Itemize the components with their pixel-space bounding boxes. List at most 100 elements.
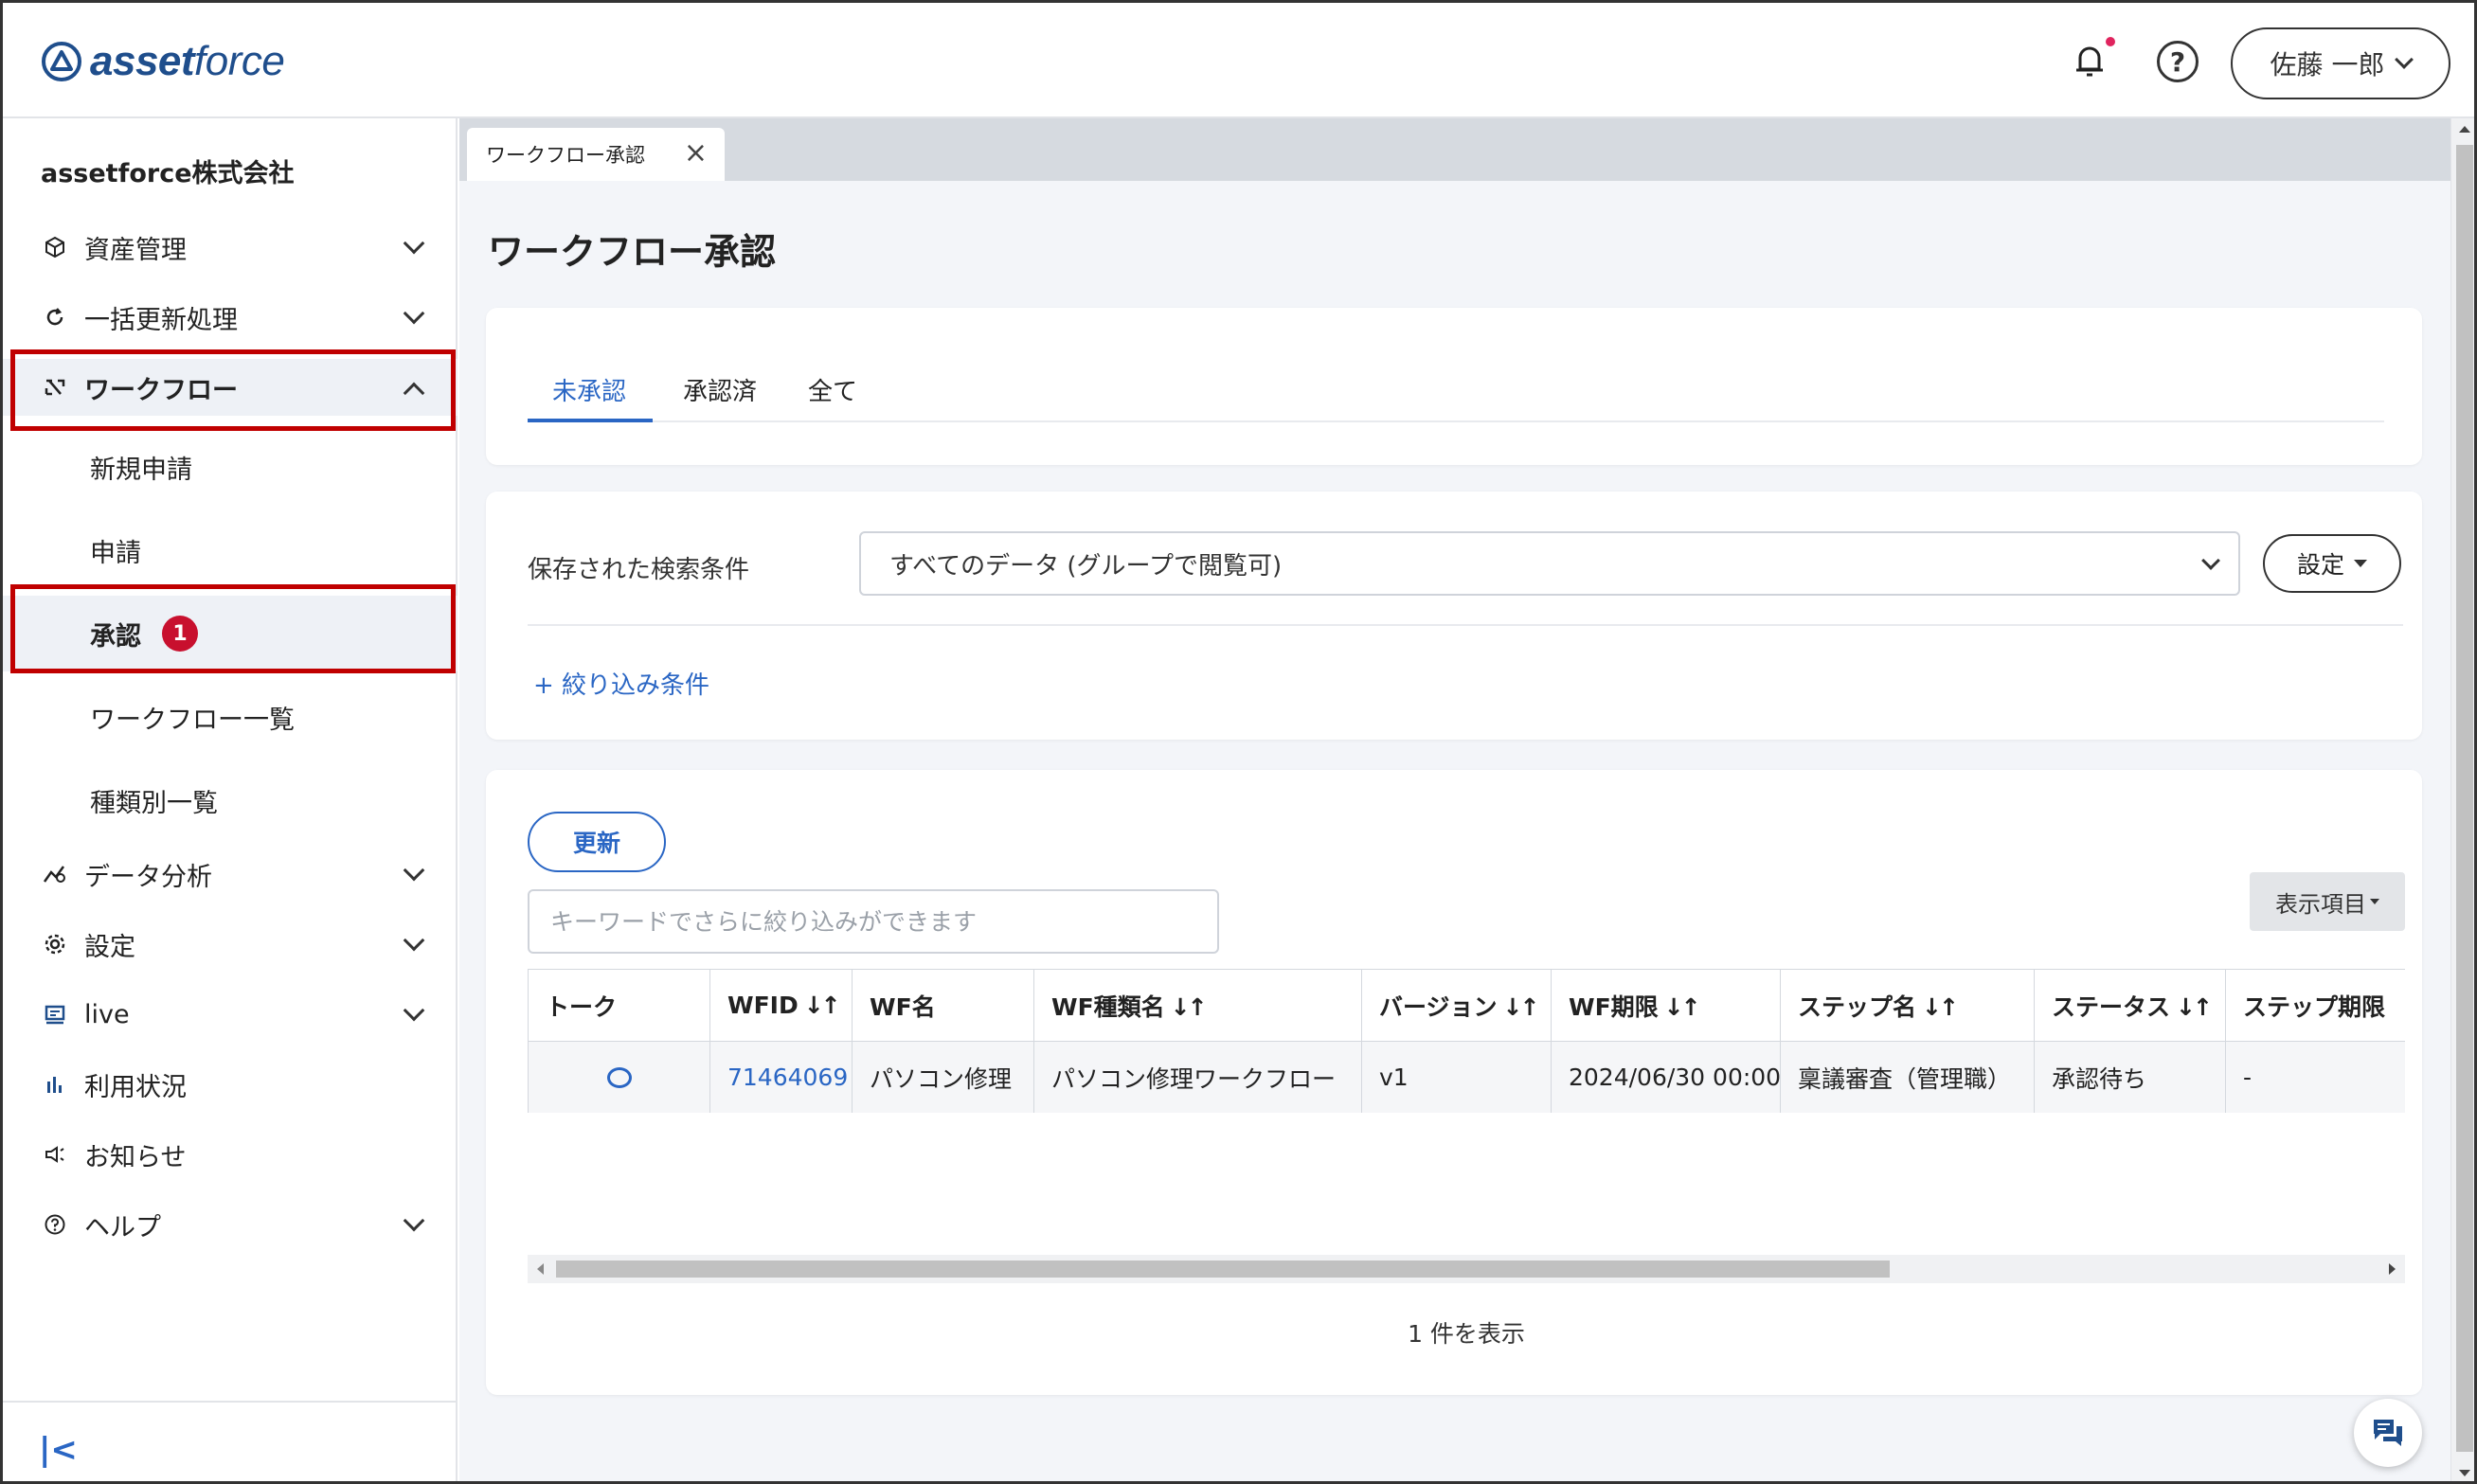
collapse-sidebar-icon[interactable]: |< xyxy=(39,1431,78,1469)
chevron-down-icon xyxy=(403,1209,425,1232)
refresh-icon xyxy=(43,305,67,330)
bell-icon[interactable] xyxy=(2068,39,2111,82)
results-table: トーク WFID ↓↑ WF名 WF種類名 ↓↑ バージョン ↓↑ WF期限 ↓↑ ステ… xyxy=(528,969,2405,1113)
chevron-down-icon xyxy=(403,302,425,325)
result-count: 1 件を表示 xyxy=(1408,1320,1525,1348)
settings-dropdown-button[interactable]: 設定 xyxy=(2263,534,2401,593)
user-menu-button[interactable]: 佐藤 一郎 xyxy=(2231,27,2450,99)
sort-icon[interactable]: ↓↑ xyxy=(804,992,841,1019)
logo-mark-icon xyxy=(42,42,81,81)
sort-icon[interactable]: ↓↑ xyxy=(2176,993,2213,1021)
sidebar-collapse-bar: |< xyxy=(3,1401,458,1481)
tab-approved[interactable]: 承認済 xyxy=(683,372,757,407)
active-tab-indicator xyxy=(528,419,653,422)
sidebar-item-data-analysis[interactable]: データ分析 xyxy=(3,846,458,903)
cube-icon xyxy=(43,235,67,259)
assetforce-logo[interactable]: assetforce xyxy=(41,35,285,88)
col-header-status[interactable]: ステータス ↓↑ xyxy=(2034,969,2226,1042)
cell-status: 承認待ち xyxy=(2034,1041,2226,1113)
sidebar-subitem-workflow-list[interactable]: ワークフロー一覧 xyxy=(3,679,458,755)
cell-version: v1 xyxy=(1361,1041,1552,1113)
scroll-down-icon[interactable] xyxy=(2459,1470,2470,1476)
highlight-approval xyxy=(10,584,456,673)
analytics-icon xyxy=(43,862,67,886)
megaphone-icon xyxy=(43,1142,67,1167)
sidebar-subitem-new-request[interactable]: 新規申請 xyxy=(3,429,458,505)
wfid-link[interactable]: 71464069 xyxy=(709,1041,853,1113)
col-header-wf-type[interactable]: WF種類名 ↓↑ xyxy=(1033,969,1362,1042)
scrollbar-thumb[interactable] xyxy=(2456,145,2473,1452)
sidebar-item-settings[interactable]: 設定 xyxy=(3,916,458,973)
col-header-wf-name: WF名 xyxy=(852,969,1034,1042)
sidebar-item-usage[interactable]: 利用状況 xyxy=(3,1056,458,1113)
status-tabs-card: 未承認 承認済 全て xyxy=(486,308,2422,465)
search-conditions-card: 保存された検索条件 すべてのデータ (グループで閲覧可) 設定 + 絞り込み条件 xyxy=(486,492,2422,740)
help-circle-icon xyxy=(43,1212,67,1237)
col-header-step-deadline: ステップ期限 xyxy=(2225,969,2405,1042)
results-card: 更新 表示項目 トーク WFID↓↑ WF名 WF種類名↓↑ xyxy=(486,770,2422,1395)
table-horizontal-scrollbar[interactable] xyxy=(528,1255,2405,1283)
tab-all[interactable]: 全て xyxy=(808,372,857,407)
app-window: assetforce ? 佐藤 一郎 assetforce株式会社 資産管理 一… xyxy=(0,0,2477,1484)
table-header-row: トーク WFID ↓↑ WF名 WF種類名 ↓↑ バージョン ↓↑ WF期限 ↓↑ ステ… xyxy=(528,969,2405,1042)
cell-wf-type: パソコン修理ワークフロー xyxy=(1033,1041,1362,1113)
col-header-talk: トーク xyxy=(528,969,710,1042)
keyword-search-input[interactable] xyxy=(528,889,1219,954)
cell-wf-deadline: 2024/06/30 00:00 xyxy=(1551,1041,1781,1113)
window-tab-strip: ワークフロー承認 × xyxy=(459,118,2450,181)
results-table-viewport: トーク WFID ↓↑ WF名 WF種類名 ↓↑ バージョン ↓↑ WF期限 ↓↑ ステ… xyxy=(528,969,2405,1113)
col-header-version[interactable]: バージョン ↓↑ xyxy=(1361,969,1552,1042)
saved-search-select[interactable]: すべてのデータ (グループで閲覧可) xyxy=(859,531,2240,596)
sort-icon[interactable]: ↓↑ xyxy=(1503,993,1540,1021)
add-filter-link[interactable]: + 絞り込み条件 xyxy=(533,666,709,701)
sort-icon[interactable]: ↓↑ xyxy=(1664,993,1701,1021)
page-vertical-scrollbar[interactable] xyxy=(2450,118,2474,1481)
notification-dot xyxy=(2106,37,2115,46)
highlight-workflow xyxy=(10,349,456,431)
chevron-down-icon xyxy=(403,859,425,882)
chevron-down-icon xyxy=(403,929,425,952)
talk-cell[interactable] xyxy=(528,1041,710,1113)
caret-down-icon xyxy=(2370,899,2379,904)
sidebar-item-help[interactable]: ヘルプ xyxy=(3,1196,458,1253)
chevron-down-icon xyxy=(2201,551,2220,570)
sidebar-item-asset-management[interactable]: 資産管理 xyxy=(3,219,458,276)
chevron-down-icon xyxy=(403,232,425,255)
tab-divider xyxy=(528,420,2384,422)
window-tab-workflow-approval[interactable]: ワークフロー承認 × xyxy=(467,128,725,181)
page-title: ワークフロー承認 xyxy=(488,231,777,273)
sidebar-subitem-type-list[interactable]: 種類別一覧 xyxy=(3,762,458,838)
chat-button[interactable] xyxy=(2354,1399,2422,1467)
live-icon xyxy=(43,1002,67,1027)
help-icon[interactable]: ? xyxy=(2157,41,2199,82)
tab-unapproved[interactable]: 未承認 xyxy=(552,372,626,407)
scroll-right-icon[interactable] xyxy=(2389,1263,2396,1275)
filter-divider xyxy=(528,624,2403,626)
table-row[interactable]: 71464069 パソコン修理 パソコン修理ワークフロー v1 2024/06/… xyxy=(528,1041,2405,1113)
cell-step-name: 稟議審査（管理職） xyxy=(1780,1041,2035,1113)
sidebar-item-live[interactable]: live xyxy=(3,986,458,1043)
chevron-down-icon xyxy=(403,999,425,1022)
sort-icon[interactable]: ↓↑ xyxy=(1922,993,1959,1021)
bar-chart-icon xyxy=(43,1072,67,1097)
scroll-left-icon[interactable] xyxy=(537,1263,544,1275)
caret-down-icon xyxy=(2354,560,2367,567)
display-items-button[interactable]: 表示項目 xyxy=(2250,872,2405,931)
sidebar-subitem-request[interactable]: 申請 xyxy=(3,512,458,588)
scrollbar-thumb[interactable] xyxy=(556,1261,1890,1278)
col-header-wfid[interactable]: WFID ↓↑ xyxy=(709,969,853,1042)
cell-step-deadline: - xyxy=(2225,1041,2405,1113)
chevron-down-icon xyxy=(2395,50,2414,69)
cell-wf-name: パソコン修理 xyxy=(852,1041,1034,1113)
user-name: 佐藤 一郎 xyxy=(2270,49,2385,80)
col-header-step-name[interactable]: ステップ名 ↓↑ xyxy=(1780,969,2035,1042)
sort-icon[interactable]: ↓↑ xyxy=(1171,993,1208,1021)
sidebar-item-news[interactable]: お知らせ xyxy=(3,1126,458,1183)
close-icon[interactable]: × xyxy=(684,139,708,168)
sidebar-item-bulk-update[interactable]: 一括更新処理 xyxy=(3,289,458,346)
col-header-wf-deadline[interactable]: WF期限 ↓↑ xyxy=(1551,969,1781,1042)
chat-icon xyxy=(2374,1420,2402,1446)
scroll-up-icon[interactable] xyxy=(2459,126,2470,133)
refresh-button[interactable]: 更新 xyxy=(528,812,666,872)
comment-icon[interactable] xyxy=(606,1066,632,1088)
